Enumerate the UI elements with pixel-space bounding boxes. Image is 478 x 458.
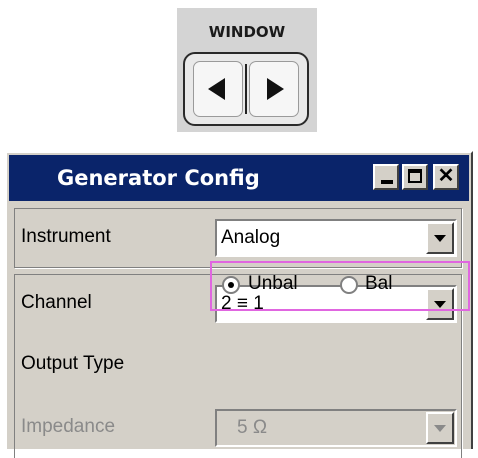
minimize-icon: [381, 180, 393, 184]
instrument-label: Instrument: [21, 226, 111, 247]
key-divider: [245, 64, 247, 114]
radio-bal[interactable]: [340, 276, 358, 294]
arrow-left-icon: [208, 78, 225, 100]
radio-unbal-label[interactable]: Unbal: [248, 273, 298, 295]
output-type-radio-group: Unbal Bal: [210, 261, 470, 311]
window-key-panel: WINDOW: [177, 8, 317, 132]
instrument-value: Analog: [221, 227, 281, 248]
generator-config-window: Generator Config ✕ Instrument Analog Cha…: [5, 151, 473, 458]
maximize-icon: [408, 169, 422, 183]
window-key-frame: [183, 52, 309, 126]
close-button[interactable]: ✕: [433, 164, 459, 190]
window-title: Generator Config: [57, 166, 260, 190]
window-left-key[interactable]: [193, 61, 243, 117]
minimize-button[interactable]: [373, 164, 399, 190]
window-right-key[interactable]: [249, 61, 299, 117]
impedance-label: Impedance: [21, 416, 116, 437]
chevron-down-icon: [434, 235, 446, 242]
maximize-button[interactable]: [402, 164, 428, 190]
channel-label: Channel: [21, 292, 92, 313]
window-key-label: WINDOW: [208, 23, 286, 41]
instrument-select[interactable]: Analog: [215, 219, 457, 257]
impedance-dropdown-button: [426, 412, 454, 444]
instrument-dropdown-button[interactable]: [426, 222, 454, 254]
impedance-value: 5 Ω: [237, 417, 268, 438]
output-type-label: Output Type: [21, 353, 125, 374]
radio-bal-label[interactable]: Bal: [365, 273, 392, 295]
arrow-right-icon: [267, 78, 284, 100]
title-bar[interactable]: Generator Config ✕: [9, 155, 469, 201]
close-icon: ✕: [437, 165, 455, 187]
instrument-group: Instrument Analog: [14, 208, 462, 268]
impedance-select: 5 Ω: [215, 409, 457, 447]
chevron-down-icon: [434, 425, 446, 432]
radio-selected-dot: [228, 282, 234, 288]
radio-unbal[interactable]: [222, 276, 240, 294]
window-content: Instrument Analog Channel 2 ≡ 1 Output T…: [10, 208, 468, 458]
